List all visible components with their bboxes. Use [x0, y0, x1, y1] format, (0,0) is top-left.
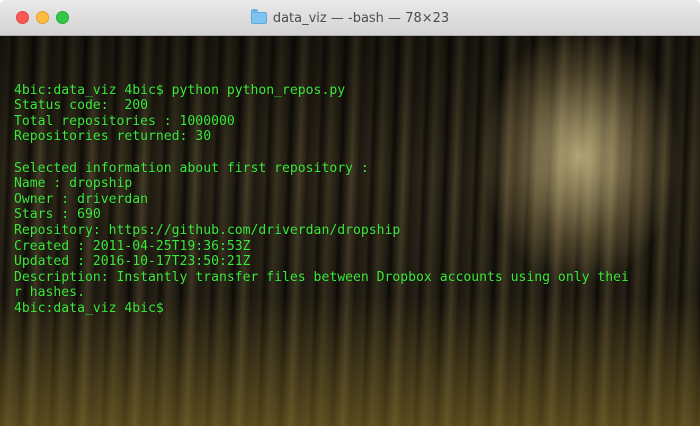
terminal-line: Created : 2011-04-25T19:36:53Z — [14, 238, 251, 254]
terminal-line: Updated : 2016-10-17T23:50:21Z — [14, 254, 251, 270]
terminal-line: Repositories returned: 30 — [14, 129, 212, 145]
terminal-line: Name : dropship — [14, 176, 133, 192]
terminal-window: data_viz — -bash — 78×23 4bic:data_viz 4… — [0, 0, 700, 426]
terminal-line-prompt: 4bic:data_viz 4bic$ python python_repos.… — [14, 82, 346, 98]
terminal-line: Repository: https://github.com/driverdan… — [14, 222, 401, 238]
window-title: data_viz — -bash — 78×23 — [0, 0, 700, 36]
terminal-output-area[interactable]: 4bic:data_viz 4bic$ python python_repos.… — [0, 36, 700, 426]
folder-icon — [250, 9, 267, 24]
terminal-line: Status code: 200 — [14, 98, 149, 114]
window-title-text: data_viz — -bash — 78×23 — [272, 10, 450, 26]
title-bar[interactable]: data_viz — -bash — 78×23 — [0, 0, 700, 36]
terminal-line: Owner : driverdan — [14, 191, 149, 207]
terminal-line: r hashes. — [14, 285, 85, 301]
terminal-line: Stars : 690 — [14, 207, 101, 223]
terminal-output: 4bic:data_viz 4bic$ python python_repos.… — [14, 67, 694, 317]
terminal-line: Total repositories : 1000000 — [14, 113, 235, 129]
terminal-line: Selected information about first reposit… — [14, 160, 369, 176]
terminal-line: Description: Instantly transfer files be… — [14, 269, 629, 285]
terminal-line-prompt: 4bic:data_viz 4bic$ — [14, 300, 164, 316]
